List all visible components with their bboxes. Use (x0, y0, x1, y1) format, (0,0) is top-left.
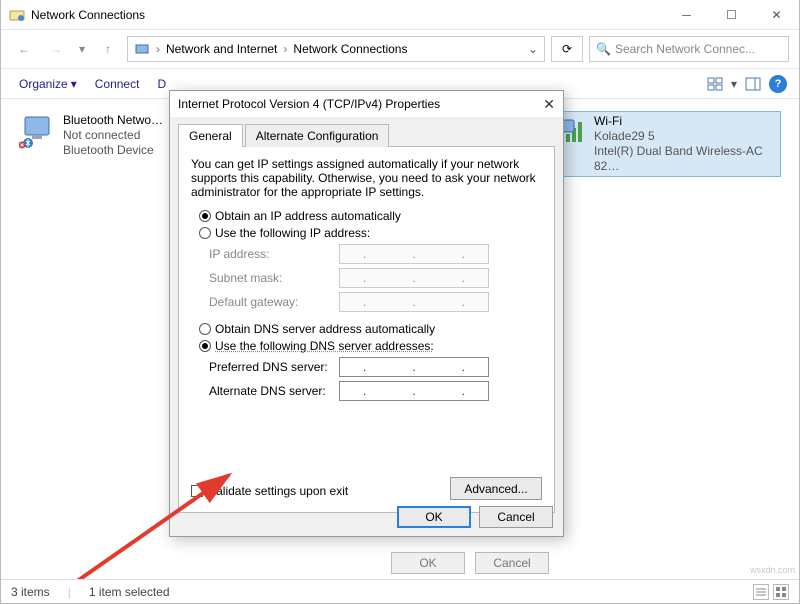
checkbox-icon (191, 485, 203, 497)
radio-icon (199, 340, 211, 352)
advanced-button[interactable]: Advanced... (450, 477, 542, 500)
search-placeholder: Search Network Connec... (615, 42, 755, 56)
refresh-button[interactable]: ⟳ (551, 36, 583, 62)
background-dialog-buttons: OK Cancel (391, 552, 549, 574)
details-view-icon[interactable] (753, 584, 769, 600)
connect-button[interactable]: Connect (87, 74, 148, 94)
tab-label: General (189, 129, 232, 143)
dialog-title: Internet Protocol Version 4 (TCP/IPv4) P… (178, 97, 440, 111)
breadcrumb-chevron-icon: › (156, 42, 160, 56)
network-folder-icon (9, 7, 25, 23)
tab-label: Alternate Configuration (256, 129, 379, 143)
bluetooth-adapter-icon (19, 113, 57, 158)
item-count: 3 items (11, 585, 50, 599)
radio-icon (199, 323, 211, 335)
selection-count: 1 item selected (89, 585, 170, 599)
address-bar[interactable]: › Network and Internet › Network Connect… (127, 36, 545, 62)
search-icon: 🔍 (596, 42, 611, 56)
preview-pane-icon[interactable] (743, 74, 763, 94)
window-title: Network Connections (31, 8, 145, 22)
dns-fields-group: Preferred DNS server:... Alternate DNS s… (209, 357, 542, 401)
chevron-down-icon: ▾ (71, 77, 77, 91)
close-button[interactable]: ✕ (754, 0, 799, 29)
alternate-dns-field[interactable]: ... (339, 381, 489, 401)
radio-icon (199, 227, 211, 239)
settings-description: You can get IP settings assigned automat… (191, 157, 542, 199)
tab-strip: General Alternate Configuration (178, 123, 555, 147)
organize-label: Organize (19, 77, 68, 91)
ok-label: OK (425, 510, 442, 524)
maximize-button[interactable]: ☐ (709, 0, 754, 29)
forward-button[interactable]: → (43, 36, 69, 62)
default-gateway-label: Default gateway: (209, 295, 339, 309)
radio-ip-manual[interactable]: Use the following IP address: (199, 226, 542, 240)
cancel-label: Cancel (497, 510, 534, 524)
radio-dns-auto[interactable]: Obtain DNS server address automatically (199, 322, 542, 336)
tab-alternate-configuration[interactable]: Alternate Configuration (245, 124, 390, 147)
back-button[interactable]: ← (11, 36, 37, 62)
close-icon[interactable]: ✕ (543, 96, 555, 113)
up-button[interactable]: ↑ (95, 36, 121, 62)
alternate-dns-label: Alternate DNS server: (209, 384, 339, 398)
adapter-wifi[interactable]: Wi-Fi Kolade29 5 Intel(R) Dual Band Wire… (549, 111, 781, 177)
window-controls: ─ ☐ ✕ (664, 0, 799, 29)
radio-ip-auto[interactable]: Obtain an IP address automatically (199, 209, 542, 223)
preferred-dns-label: Preferred DNS server: (209, 360, 339, 374)
radio-label: Use the following IP address: (215, 226, 370, 240)
advanced-label: Advanced... (464, 482, 527, 496)
content-area: Bluetooth Netwo… Not connected Bluetooth… (1, 99, 799, 573)
watermark-text: wsxdn.com (750, 565, 795, 575)
radio-icon (199, 210, 211, 222)
breadcrumb-part-1[interactable]: Network and Internet (166, 42, 277, 56)
chevron-down-icon[interactable]: ▾ (731, 77, 737, 91)
adapter-name: Bluetooth Netwo… (63, 113, 163, 128)
radio-dns-manual[interactable]: Use the following DNS server addresses: (199, 339, 542, 353)
subnet-mask-label: Subnet mask: (209, 271, 339, 285)
preferred-dns-field[interactable]: ... (339, 357, 489, 377)
ok-button[interactable]: OK (397, 506, 471, 528)
breadcrumb-chevron-icon: › (283, 42, 287, 56)
help-icon[interactable]: ? (769, 75, 787, 93)
subnet-mask-field: ... (339, 268, 489, 288)
adapter-status: Not connected (63, 128, 163, 143)
breadcrumb-root-icon (134, 40, 150, 59)
address-dropdown-icon[interactable]: ⌄ (528, 42, 538, 56)
tab-general[interactable]: General (178, 124, 243, 147)
search-input[interactable]: 🔍 Search Network Connec... (589, 36, 789, 62)
organize-button[interactable]: Organize ▾ (11, 74, 85, 94)
radio-label: Obtain an IP address automatically (215, 209, 401, 223)
view-options-icon[interactable] (705, 74, 725, 94)
status-bar: 3 items | 1 item selected (1, 579, 799, 603)
ip-address-field: ... (339, 244, 489, 264)
tab-panel-general: You can get IP settings assigned automat… (178, 147, 555, 513)
validate-label: Validate settings upon exit (209, 484, 348, 498)
dialog-button-row: OK Cancel (397, 506, 553, 528)
ip-fields-group: IP address:... Subnet mask:... Default g… (209, 244, 542, 312)
window-titlebar: Network Connections ─ ☐ ✕ (1, 0, 799, 30)
adapter-device: Intel(R) Dual Band Wireless-AC 82… (594, 144, 778, 174)
radio-label: Use the following DNS server addresses: (215, 339, 434, 353)
ipv4-properties-dialog: Internet Protocol Version 4 (TCP/IPv4) P… (169, 90, 564, 537)
dialog-titlebar: Internet Protocol Version 4 (TCP/IPv4) P… (170, 91, 563, 117)
validate-checkbox-row[interactable]: Validate settings upon exit (191, 484, 348, 498)
minimize-button[interactable]: ─ (664, 0, 709, 29)
bg-cancel-button[interactable]: Cancel (475, 552, 549, 574)
cancel-button[interactable]: Cancel (479, 506, 553, 528)
toolbar-item-label: D (157, 77, 166, 91)
ip-address-label: IP address: (209, 247, 339, 261)
adapter-name: Wi-Fi (594, 114, 778, 129)
adapter-status: Kolade29 5 (594, 129, 778, 144)
bg-ok-button[interactable]: OK (391, 552, 465, 574)
radio-label: Obtain DNS server address automatically (215, 322, 435, 336)
adapter-device: Bluetooth Device (63, 143, 163, 158)
address-bar-row: ← → ▾ ↑ › Network and Internet › Network… (1, 30, 799, 69)
connect-label: Connect (95, 77, 140, 91)
history-dropdown[interactable]: ▾ (75, 36, 89, 62)
large-icons-view-icon[interactable] (773, 584, 789, 600)
breadcrumb-part-2[interactable]: Network Connections (293, 42, 407, 56)
default-gateway-field: ... (339, 292, 489, 312)
